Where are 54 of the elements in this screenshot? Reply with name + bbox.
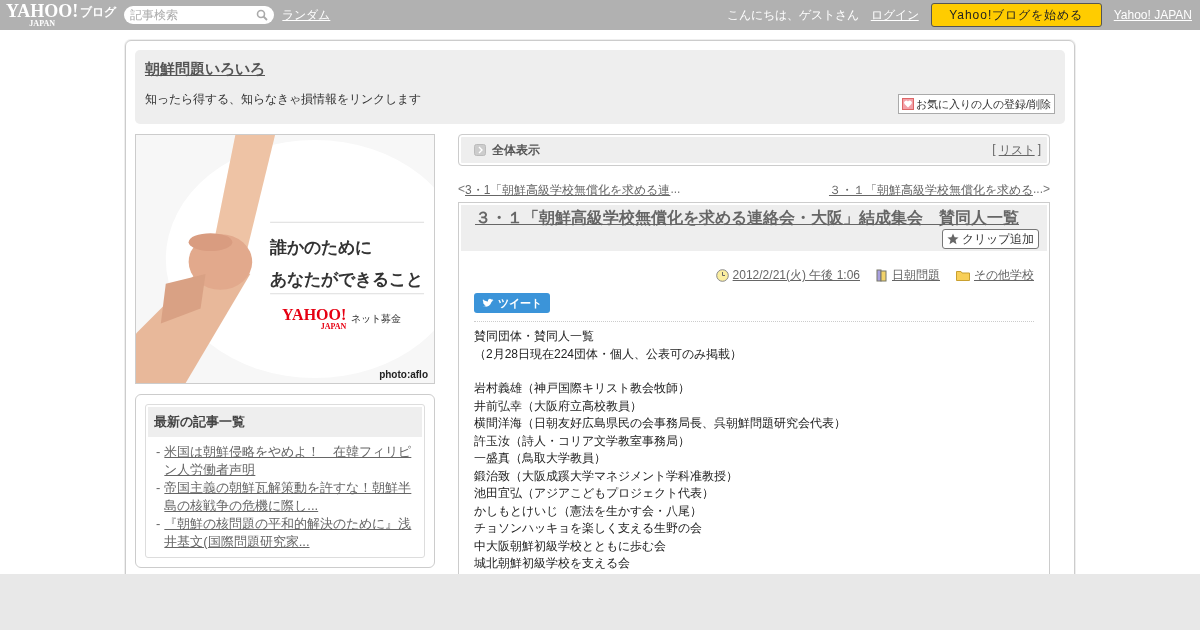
article-text-line: 許玉汝（詩人・コリア文学教室事務局） (474, 432, 691, 450)
article-text-line: 井前弘幸（大阪府立高校教員） (474, 397, 643, 415)
list-link[interactable]: リスト (998, 141, 1035, 159)
clock-icon (715, 269, 729, 282)
books-icon (876, 269, 888, 282)
article-text-line: 岩村義雄（神戸国際キリスト教会牧師） (474, 380, 691, 397)
prev-article-link[interactable]: 3・1「朝鮮高級学校無償化を求める連 (465, 182, 671, 199)
search-field[interactable]: 記事検索 (124, 6, 275, 24)
favorite-button[interactable]: お気に入りの人の登録/削除 (897, 94, 1055, 114)
article-title[interactable]: ３・１「朝鮮高級学校無償化を求める連絡会・大阪」結成集会 賛同人一覧 (475, 208, 1039, 229)
next-article-link[interactable]: ３・１「朝鮮高級学校無償化を求める (828, 182, 1033, 199)
ad-headline: 誰かのために (270, 236, 372, 259)
article-text-line: 池田宜弘（アジアこどもプロジェクト代表） (474, 485, 715, 502)
bracket: ] (1037, 141, 1041, 158)
bird-icon (482, 298, 494, 308)
ellipsis: ... (670, 182, 681, 198)
article-link[interactable]: 『朝鮮の核問題の平和的解決のために』浅井基文(国際問題研究家... (164, 515, 418, 551)
photo-credit: photo:aflo (379, 369, 428, 380)
blog-description: 知ったら得する、知らなきゃ損情報をリンクします (145, 91, 421, 108)
panel-title: 最新の記事一覧 (148, 407, 422, 437)
search-icon (256, 9, 269, 21)
folder-link[interactable]: その他学校 (974, 267, 1034, 284)
heart-icon (901, 98, 914, 110)
article-text-line: 横間洋海（日朝友好広島県民の会事務局長、呉朝鮮問題研究会代表） (474, 415, 847, 432)
article-text-line: 鍛治致（大阪成蹊大学マネジメント学科准教授） (474, 467, 739, 485)
article-text-line: 一盛真（鳥取大学教員） (474, 450, 607, 467)
greeting-text: こんにちは、ゲストさん (726, 6, 859, 24)
start-blog-button[interactable]: Yahoo!ブログを始める (930, 3, 1102, 27)
ad-service-label: ネット募金 (351, 312, 402, 326)
folder-icon (956, 270, 970, 281)
blog-title[interactable]: 朝鮮問題いろいろ (145, 60, 265, 79)
bullet-dash: - (156, 443, 161, 461)
next-arrow-icon: > (1043, 182, 1050, 199)
yahoo-japan-logo: YAHOO! JAPAN (282, 307, 347, 331)
view-label: 全体表示 (492, 141, 541, 159)
bullet-dash: - (156, 515, 161, 533)
category-link[interactable]: 日朝問題 (892, 267, 940, 284)
bullet-dash: - (156, 479, 161, 497)
article-text-line: チョソンハッキョを楽しく支える生野の会 (474, 520, 703, 537)
article-text-line: 中大阪朝鮮初級学校とともに歩む会 (474, 537, 667, 555)
article-link[interactable]: 帝国主義の朝鮮瓦解策動を許すな！朝鮮半島の核戦争の危機に際し... (164, 479, 418, 515)
ellipsis: ... (1032, 182, 1043, 198)
bracket: [ (992, 141, 996, 158)
prev-arrow-icon: < (458, 182, 465, 199)
article-link[interactable]: 米国は朝鮮侵略をやめよ！ 在韓フィリピン人労働者声明 (164, 443, 418, 479)
article-text-line: かしもとけいじ（憲法を生かす会・八尾） (474, 502, 703, 520)
star-icon (947, 233, 959, 245)
article-text-line: （2月28日現在224団体・個人、公表可のみ掲載） (474, 345, 744, 363)
clip-button[interactable]: クリップ追加 (942, 229, 1039, 249)
article-text-line: 賛同団体・賛同人一覧 (474, 328, 595, 345)
ad-headline: あなたができること (270, 268, 423, 291)
date-link[interactable]: 2012/2/21(火) 午後 1:06 (732, 267, 860, 284)
article-text-line: 城北朝鮮初級学校を支える会 (474, 555, 631, 572)
tweet-button[interactable]: ツイート (474, 293, 550, 313)
